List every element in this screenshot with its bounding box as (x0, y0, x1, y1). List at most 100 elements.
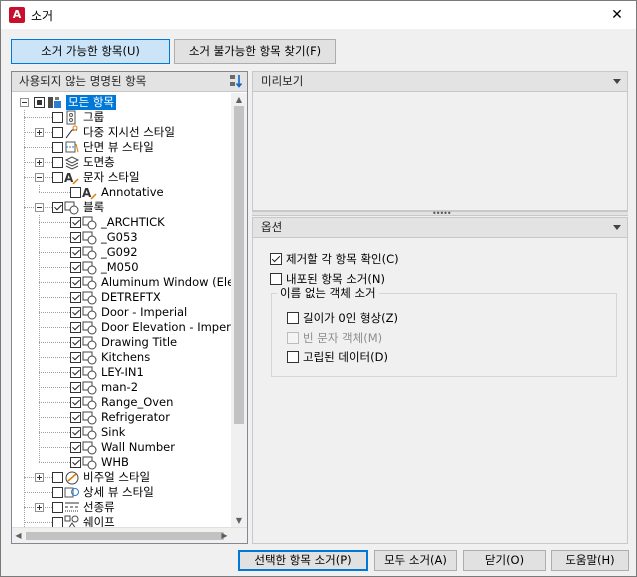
tree-item-label: Door - Imperial (101, 305, 188, 319)
checkbox-box[interactable] (287, 351, 299, 363)
tree-item-checkbox[interactable] (70, 427, 81, 438)
tree-item-checkbox[interactable] (52, 127, 63, 138)
tree-row[interactable]: Door Elevation - Imperia (12, 320, 231, 335)
expand-icon[interactable] (35, 503, 44, 512)
expand-icon[interactable] (35, 128, 44, 137)
collapse-icon[interactable] (35, 203, 44, 212)
scroll-left-icon[interactable]: ◀ (12, 528, 25, 544)
scroll-right-icon[interactable]: ▶ (218, 528, 231, 544)
help-button[interactable]: 도움말(H) (551, 550, 629, 571)
tree-row[interactable]: WHB (12, 455, 231, 470)
tree-item-checkbox[interactable] (52, 502, 63, 513)
tree-item-checkbox[interactable] (70, 397, 81, 408)
tree-connector-line (39, 282, 70, 283)
scrollbar-thumb[interactable] (26, 532, 224, 540)
scrollbar-thumb[interactable] (234, 106, 244, 424)
tree-item-label: LEY-IN1 (101, 365, 144, 379)
tree-row[interactable]: Aluminum Window (Elev (12, 275, 231, 290)
tree-item-checkbox[interactable] (52, 487, 63, 498)
tree-row[interactable]: 도면층 (12, 155, 231, 170)
checkbox-box[interactable] (270, 253, 282, 265)
tree-item-checkbox[interactable] (70, 442, 81, 453)
tree-panel-title: 사용되지 않는 명명된 항목 (19, 74, 147, 88)
tree-item-checkbox[interactable] (70, 307, 81, 318)
tree-item-checkbox[interactable] (70, 352, 81, 363)
tree-row[interactable]: A 문자 스타일 (12, 170, 231, 185)
tree-item-checkbox[interactable] (70, 187, 81, 198)
tree-row[interactable]: Door - Imperial (12, 305, 231, 320)
checkbox-box[interactable] (287, 312, 299, 324)
tree-item-checkbox[interactable] (70, 232, 81, 243)
tree-item-label: 비주얼 스타일 (83, 470, 151, 484)
tab-purgeable-items[interactable]: 소거 가능한 항목(U) (11, 39, 170, 64)
tree-connector-line (24, 147, 52, 148)
tree-row[interactable]: 상세 뷰 스타일 (12, 485, 231, 500)
tree-item-checkbox[interactable] (70, 217, 81, 228)
tree-item-checkbox[interactable] (52, 472, 63, 483)
tree-row[interactable]: LEY-IN1 (12, 365, 231, 380)
tree-item-checkbox[interactable] (34, 97, 45, 108)
tree-item-checkbox[interactable] (70, 292, 81, 303)
tree-row[interactable]: 모든 항목 (12, 95, 231, 110)
purge-all-button[interactable]: 모두 소거(A) (374, 550, 457, 571)
collapse-icon[interactable] (20, 98, 29, 107)
collapse-arrow-icon[interactable] (613, 79, 621, 84)
expand-icon[interactable] (35, 473, 44, 482)
tree-item-checkbox[interactable] (70, 247, 81, 258)
expand-icon[interactable] (35, 158, 44, 167)
tree-row[interactable]: 비주얼 스타일 (12, 470, 231, 485)
tree-item-checkbox[interactable] (70, 367, 81, 378)
tree-row[interactable]: Refrigerator (12, 410, 231, 425)
close-button[interactable]: 닫기(O) (463, 550, 546, 571)
tree-row[interactable]: _ARCHTICK (12, 215, 231, 230)
tree-item-checkbox[interactable] (70, 337, 81, 348)
tree-row[interactable]: 다중 지시선 스타일 (12, 125, 231, 140)
options-panel-header[interactable]: 옵션 (253, 218, 627, 238)
scroll-down-icon[interactable]: ▼ (231, 514, 247, 527)
tree-row[interactable]: Sink (12, 425, 231, 440)
purge-selected-button[interactable]: 선택한 항목 소거(P) (238, 550, 368, 571)
preview-panel-header[interactable]: 미리보기 (253, 72, 627, 92)
tree-item-checkbox[interactable] (70, 382, 81, 393)
tree-row[interactable]: 쉐이프 (12, 515, 231, 527)
tree-row[interactable]: Drawing Title (12, 335, 231, 350)
preview-panel: 미리보기 (252, 71, 628, 211)
panel-splitter[interactable]: ••••• (252, 210, 628, 218)
tree-row[interactable]: Kitchens (12, 350, 231, 365)
tree-item-checkbox[interactable] (52, 172, 63, 183)
checkbox-box[interactable] (270, 273, 282, 285)
tree-item-checkbox[interactable] (70, 457, 81, 468)
tree-row[interactable]: A Annotative (12, 185, 231, 200)
tree-item-checkbox[interactable] (70, 262, 81, 273)
tree-row[interactable]: Wall Number (12, 440, 231, 455)
tree-item-checkbox[interactable] (70, 412, 81, 423)
tree-row[interactable]: man-2 (12, 380, 231, 395)
tree-item-checkbox[interactable] (52, 157, 63, 168)
tree-item-checkbox[interactable] (52, 202, 63, 213)
tree-row[interactable]: 블록 (12, 200, 231, 215)
tree-row[interactable]: _G092 (12, 245, 231, 260)
tree-item-checkbox[interactable] (52, 112, 63, 123)
tree-row[interactable]: _M050 (12, 260, 231, 275)
tree-item-checkbox[interactable] (52, 517, 63, 527)
close-window-button[interactable]: ✕ (606, 4, 628, 26)
tree-horizontal-scrollbar[interactable]: ◀ ▶ (12, 527, 247, 543)
tree-row[interactable]: 선종류 (12, 500, 231, 515)
collapse-arrow-icon[interactable] (613, 225, 621, 230)
tree-item-checkbox[interactable] (70, 277, 81, 288)
block-icon (82, 411, 97, 425)
tree-vertical-scrollbar[interactable]: ▲ ▼ (231, 93, 247, 527)
tree-row[interactable]: 그룹 (12, 110, 231, 125)
tree-row[interactable]: DETREFTX (12, 290, 231, 305)
unused-items-tree[interactable]: 모든 항목 그룹 다중 지시선 스타일 단면 뷰 스타일 도면층 A 문자 스타일 A Anno… (12, 93, 231, 527)
tree-row[interactable]: 단면 뷰 스타일 (12, 140, 231, 155)
tree-row[interactable]: _G053 (12, 230, 231, 245)
tree-row[interactable]: Range_Oven (12, 395, 231, 410)
collapse-icon[interactable] (35, 173, 44, 182)
scroll-up-icon[interactable]: ▲ (231, 93, 247, 106)
tree-item-checkbox[interactable] (52, 142, 63, 153)
tree-item-checkbox[interactable] (70, 322, 81, 333)
tree-item-label: 블록 (83, 200, 105, 214)
tab-non-purgeable-items[interactable]: 소거 불가능한 항목 찾기(F) (174, 39, 336, 64)
sort-icon[interactable] (229, 74, 243, 89)
